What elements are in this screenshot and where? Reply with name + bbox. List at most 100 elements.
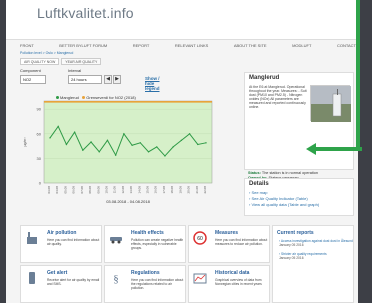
- details-title: Details: [249, 181, 269, 187]
- phone-icon: [29, 272, 35, 284]
- site-header: Luftkvalitet.info: [6, 0, 358, 40]
- data-point: [197, 143, 199, 146]
- x-tick-label: 06.08: [72, 186, 76, 194]
- reports-list: › Access investigation against dust dust…: [279, 239, 353, 265]
- x-tick-label: 12.08: [121, 186, 125, 194]
- graph-icon: [193, 273, 207, 284]
- card-health-effects[interactable]: Health effects Pollution can create nega…: [104, 225, 186, 263]
- speed-limit-icon: 60: [193, 231, 207, 245]
- nav-item-modluft[interactable]: MODLUFT: [292, 41, 311, 51]
- data-point: [65, 143, 68, 146]
- annotation-arrow-horizontal: [316, 147, 362, 151]
- card-measures[interactable]: 60 Measures Here you can find informatio…: [188, 225, 270, 263]
- card-air-pollution[interactable]: Air pollution Here you can find informat…: [20, 225, 102, 263]
- x-tick-label: 11.08: [113, 186, 117, 194]
- main-nav: FRONT BETTER BYLUFT FORUM REPORT RELEVAN…: [20, 41, 356, 51]
- x-tick-label: 13.08: [129, 186, 133, 194]
- annotation-arrow-vertical: [356, 0, 360, 151]
- interval-select[interactable]: 24 hours: [68, 75, 102, 84]
- site-logo[interactable]: Luftkvalitet.info: [37, 5, 134, 21]
- card-title: Get alert: [47, 270, 68, 276]
- component-select[interactable]: NO2: [20, 75, 46, 84]
- x-tick-label: 22.08: [203, 186, 207, 194]
- card-get-alert[interactable]: Get alert Receive alert for air quality …: [20, 265, 102, 303]
- report-item[interactable]: › Stricter air quality requirements Janua…: [279, 252, 353, 260]
- y-tick-label: 60: [37, 131, 42, 136]
- data-point: [82, 149, 84, 151]
- x-tick-label: 07.08: [80, 186, 84, 194]
- paragraph-icon: §: [113, 273, 119, 285]
- tab-year-air-quality[interactable]: YEAR AIR QUALITY: [61, 58, 102, 65]
- show-hide-legend-link[interactable]: Show / hide legend: [145, 76, 160, 91]
- data-point: [139, 142, 142, 144]
- nav-item-report[interactable]: REPORT: [133, 41, 150, 51]
- no2-line-chart: 0 30 60 90 µg/m³ 03.08 04.08 05.08 06.08 07.08 08.…: [23, 100, 213, 204]
- report-item[interactable]: › Access investigation against dust dust…: [279, 239, 353, 247]
- card-text: Receive alert for air quality by email a…: [47, 278, 100, 286]
- x-tick-label: 21.08: [195, 186, 199, 194]
- reports-title: Current reports: [277, 230, 314, 236]
- breadcrumb[interactable]: Pollution level > Oslo > Manglerud: [20, 51, 73, 55]
- card-title: Measures: [215, 230, 239, 236]
- y-tick-label: 30: [37, 156, 42, 161]
- nav-item-forum[interactable]: BETTER BYLUFT FORUM: [59, 41, 107, 51]
- data-point: [57, 125, 59, 128]
- data-point: [90, 141, 92, 143]
- svg-text:60: 60: [197, 236, 203, 242]
- card-text: Here you can find information about meas…: [215, 238, 268, 246]
- tab-bar: AIR QUALITY NOW YEAR AIR QUALITY: [20, 58, 102, 65]
- car-icon: [110, 237, 122, 244]
- current-reports: Current reports › Access investigation a…: [272, 225, 354, 303]
- data-point: [98, 151, 100, 153]
- data-point: [172, 146, 174, 148]
- card-title: Historical data: [215, 270, 250, 276]
- y-tick-label: 90: [37, 107, 42, 112]
- card-text: Here you can find information about the …: [131, 278, 184, 290]
- nav-item-links[interactable]: RELEVANT LINKS: [175, 41, 208, 51]
- data-point: [123, 133, 125, 135]
- interval-label: Interval: [68, 68, 82, 73]
- station-description: At the E6 at Manglerud. Operational thro…: [249, 85, 307, 109]
- x-tick-label: 09.08: [96, 186, 100, 194]
- nav-item-front[interactable]: FRONT: [20, 41, 34, 51]
- card-historical-data[interactable]: Historical data Graphical overview of da…: [188, 265, 270, 303]
- prev-arrow-icon[interactable]: ◀: [104, 75, 112, 84]
- data-point: [114, 154, 117, 156]
- data-point: [156, 146, 158, 148]
- station-panel: Manglerud At the E6 at Manglerud. Operat…: [244, 72, 354, 170]
- factory-icon: [27, 232, 37, 244]
- x-tick-label: 03.08: [47, 186, 51, 194]
- station-name: Manglerud: [249, 75, 280, 81]
- view-all-data-link[interactable]: › View all quality data (Table and graph…: [249, 202, 319, 208]
- date-range-label: 03.08.2018 - 04.08.2018: [106, 199, 150, 204]
- data-point: [188, 133, 191, 135]
- details-links: › See map › See Air Quality Indicator (T…: [249, 190, 319, 208]
- data-point: [106, 139, 109, 142]
- x-tick-label: 17.08: [162, 186, 166, 194]
- x-tick-label: 20.08: [187, 186, 191, 194]
- data-point: [131, 144, 133, 146]
- svg-text:§: §: [113, 273, 119, 285]
- data-point: [180, 139, 183, 142]
- x-tick-label: 04.08: [55, 186, 59, 194]
- x-tick-label: 05.08: [63, 186, 67, 194]
- tab-air-quality-now[interactable]: AIR QUALITY NOW: [20, 58, 60, 65]
- status-text: The station is in normal operation: [261, 171, 319, 175]
- next-arrow-icon[interactable]: ▶: [113, 75, 121, 84]
- plot-background: [43, 100, 213, 184]
- nav-item-contact[interactable]: CONTACT: [337, 41, 356, 51]
- station-photo: [310, 85, 351, 122]
- card-title: Regulations: [131, 270, 160, 276]
- data-point: [147, 151, 150, 153]
- x-tick-label: 08.08: [88, 186, 92, 194]
- card-text: Pollution can create negative health eff…: [131, 238, 184, 250]
- card-regulations[interactable]: § Regulations Here you can find informat…: [104, 265, 186, 303]
- nav-item-about[interactable]: ABOUT THE SITE: [234, 41, 267, 51]
- info-cards: Air pollution Here you can find informat…: [20, 225, 354, 303]
- card-title: Health effects: [131, 230, 164, 236]
- x-tick-label: 16.08: [154, 186, 158, 194]
- data-point: [73, 131, 76, 133]
- x-tick-label: 10.08: [104, 186, 108, 194]
- x-tick-label: 18.08: [170, 186, 174, 194]
- data-point: [49, 137, 51, 139]
